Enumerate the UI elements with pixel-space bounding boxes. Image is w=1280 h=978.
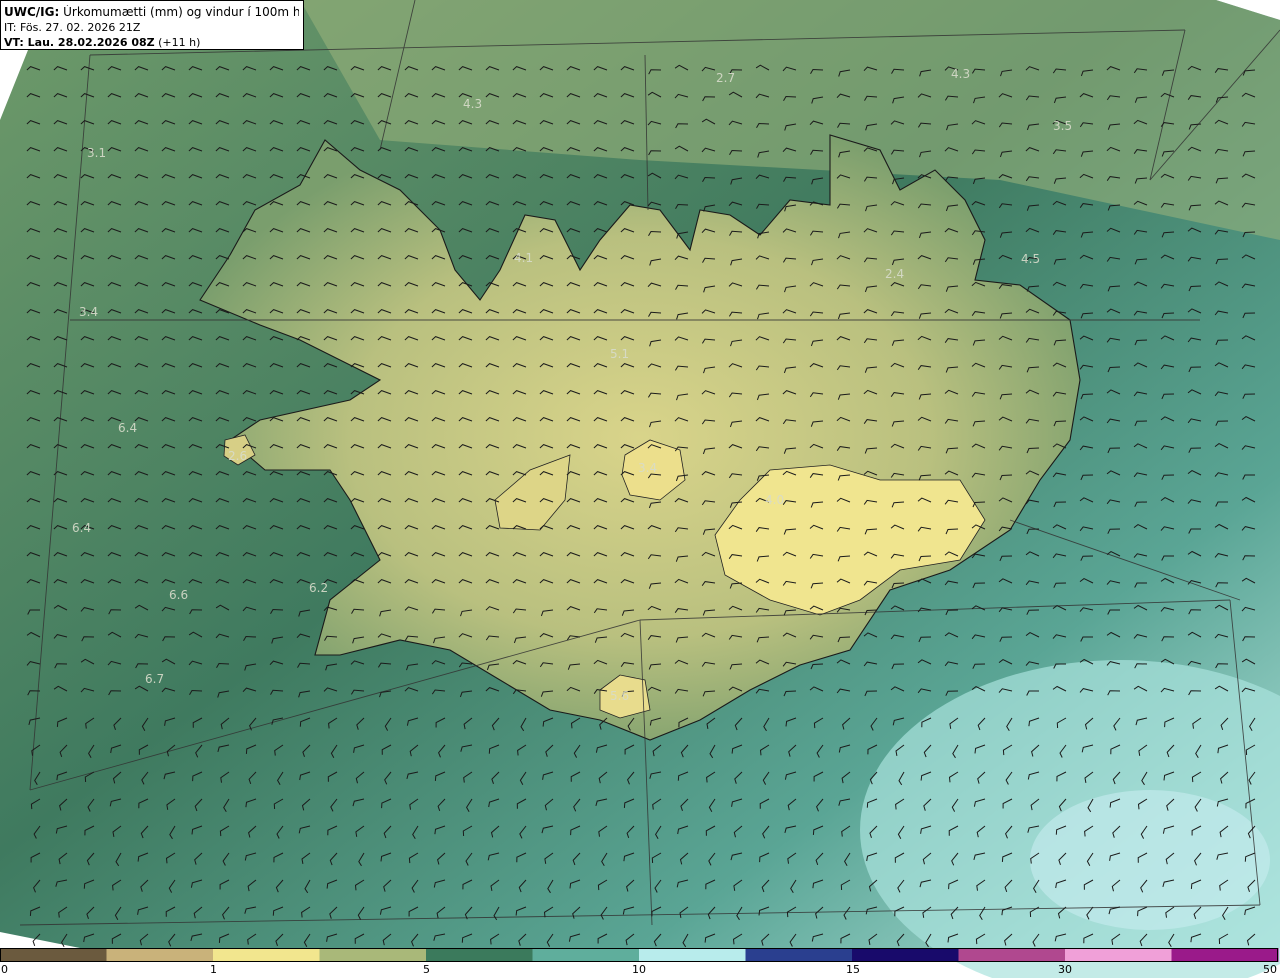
- value-label: 3.1: [87, 146, 106, 160]
- value-label: 3.4: [638, 461, 657, 475]
- value-label: 4.5: [1021, 252, 1040, 266]
- value-label: 4.0: [765, 493, 784, 507]
- colorbar-tick-label: 0: [1, 963, 8, 976]
- colorbar-tick-label: 50: [1263, 963, 1277, 976]
- colorbar-segment: [213, 948, 321, 962]
- colorbar-segment: [426, 948, 534, 962]
- colorbar-segment: [1065, 948, 1173, 962]
- value-label: 2.6: [228, 449, 247, 463]
- colorbar-segment: [852, 948, 960, 962]
- colorbar-segment: [745, 948, 853, 962]
- map-canvas: 2.7 4.3 4.3 3.5 3.1 4.1 2.4 4.5 3.4 5.1 …: [0, 0, 1280, 978]
- value-label: 6.4: [118, 421, 137, 435]
- colorbar: [0, 948, 1279, 962]
- value-label: 4.3: [463, 97, 482, 111]
- product-title: Úrkomumætti (mm) og vindur í 100m hæð: [63, 5, 299, 19]
- colorbar-tick-label: 1: [210, 963, 217, 976]
- map-header: UWC/IG: Úrkomumætti (mm) og vindur í 100…: [0, 0, 304, 50]
- forecast-lead: (+11 h): [158, 36, 201, 49]
- colorbar-tick-label: 5: [423, 963, 430, 976]
- colorbar-segment: [639, 948, 747, 962]
- colorbar-segment: [319, 948, 427, 962]
- colorbar-tick-label: 15: [846, 963, 860, 976]
- colorbar-segment: [958, 948, 1066, 962]
- value-label: 6.7: [145, 672, 164, 686]
- value-label: 3.5: [1053, 119, 1072, 133]
- colorbar-segment: [1171, 948, 1279, 962]
- value-label: 6.4: [72, 521, 91, 535]
- value-label: 5.6: [610, 689, 629, 703]
- value-label: 3.4: [79, 305, 98, 319]
- value-label: 4.1: [514, 251, 533, 265]
- colorbar-segment: [532, 948, 640, 962]
- product-code: UWC/IG:: [4, 5, 60, 19]
- colorbar-segment: [106, 948, 214, 962]
- value-label: 2.7: [716, 71, 735, 85]
- value-label: 6.2: [309, 581, 328, 595]
- colorbar-tick-label: 30: [1058, 963, 1072, 976]
- southeast-strong-cells: [1030, 790, 1270, 930]
- valid-time: VT: Lau. 28.02.2026 08Z: [4, 36, 155, 49]
- value-label: 4.3: [951, 67, 970, 81]
- value-label: 5.1: [610, 347, 629, 361]
- initial-time: IT: Fös. 27. 02. 2026 21Z: [4, 21, 141, 34]
- value-label: 6.6: [169, 588, 188, 602]
- colorbar-segment: [0, 948, 108, 962]
- weather-map: 2.7 4.3 4.3 3.5 3.1 4.1 2.4 4.5 3.4 5.1 …: [0, 0, 1280, 978]
- colorbar-tick-label: 10: [632, 963, 646, 976]
- value-label: 2.4: [885, 267, 904, 281]
